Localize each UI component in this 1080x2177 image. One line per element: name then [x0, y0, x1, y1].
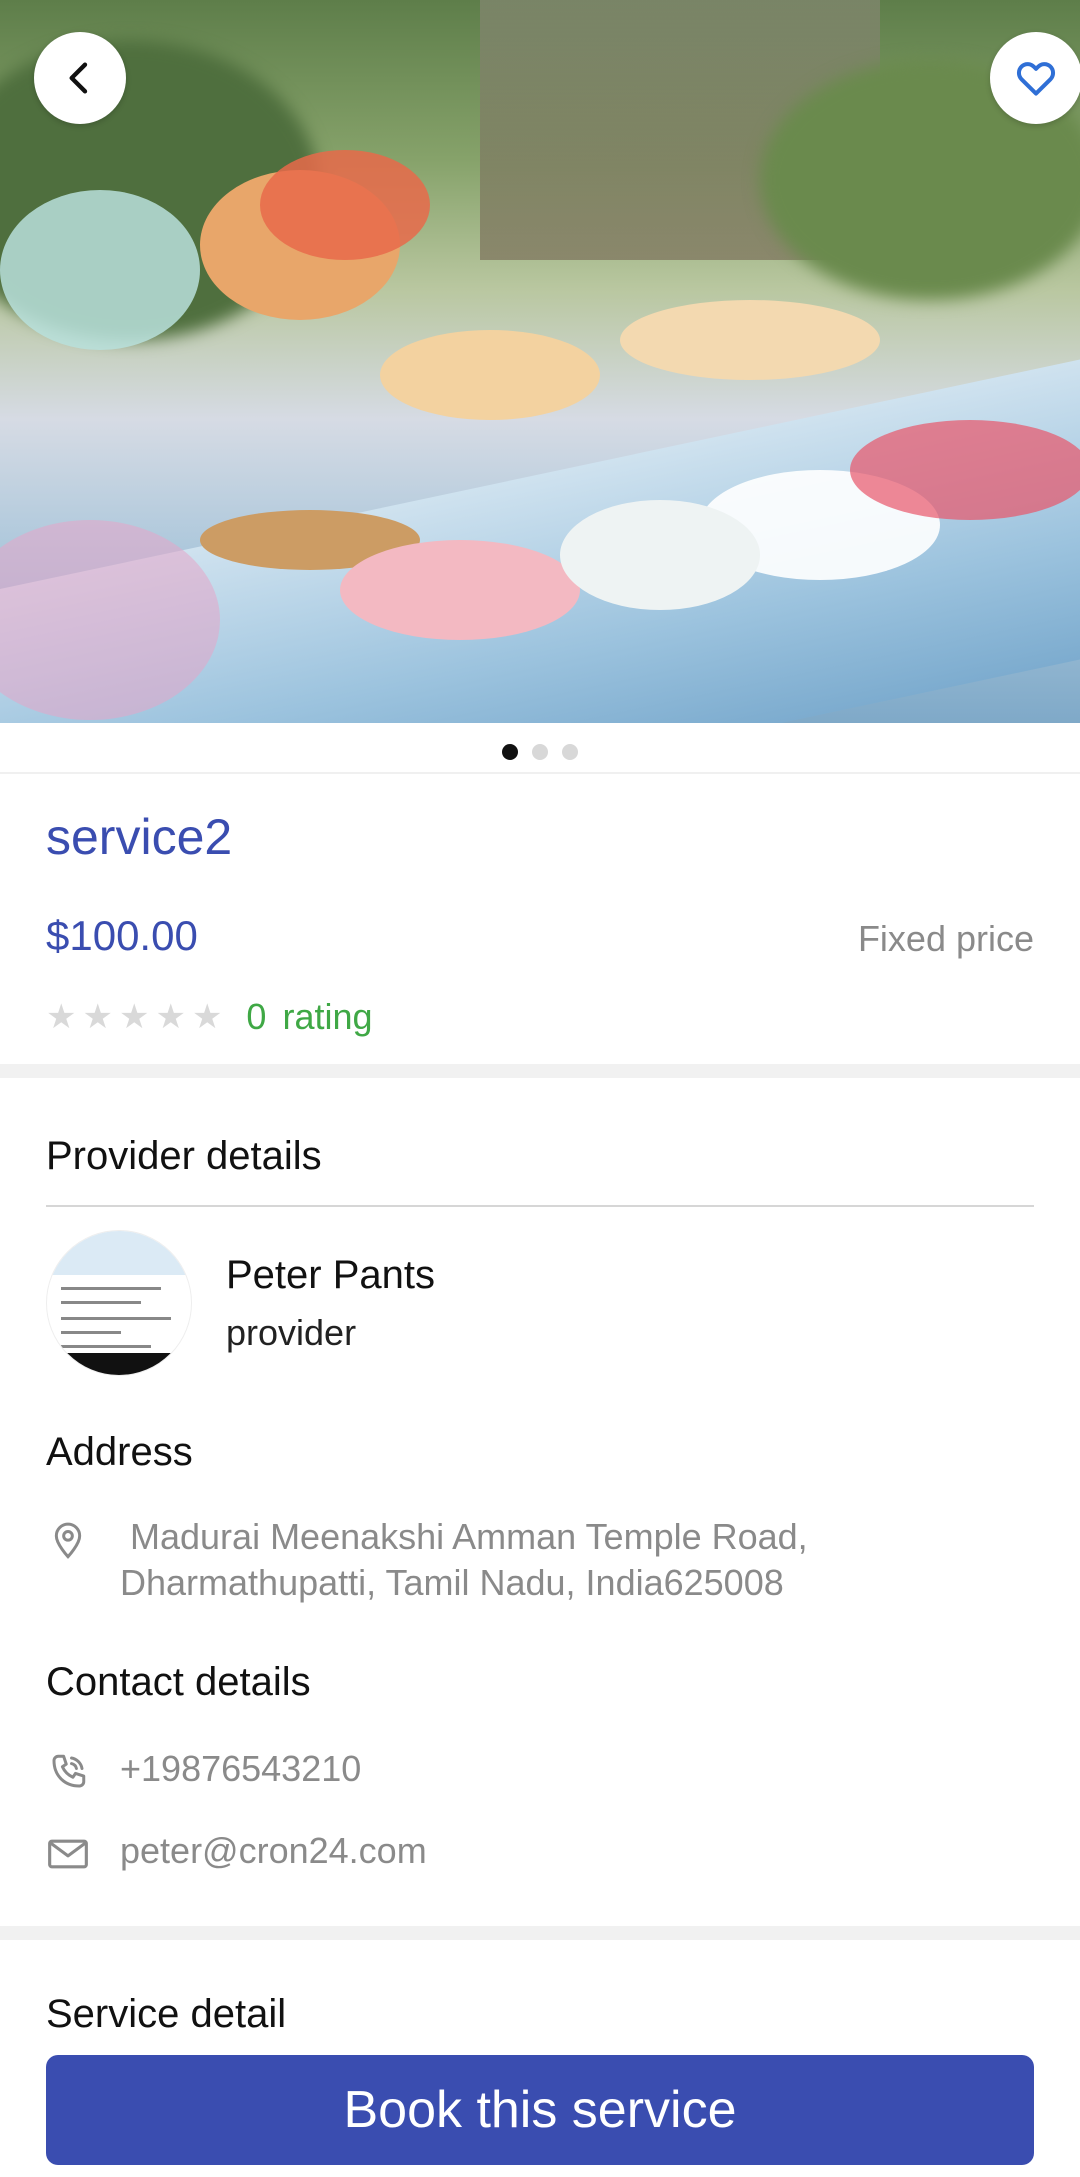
- phone-row[interactable]: +19876543210: [46, 1746, 361, 1794]
- pager-dot-3[interactable]: [562, 744, 578, 760]
- provider-details-heading: Provider details: [46, 1134, 322, 1178]
- section-divider: [0, 1926, 1080, 1940]
- book-service-button[interactable]: Book this service: [46, 2055, 1034, 2165]
- contact-details-heading: Contact details: [46, 1660, 311, 1704]
- section-divider: [0, 1064, 1080, 1078]
- service-title: service2: [46, 809, 233, 865]
- rating-row: ★ ★ ★ ★ ★ 0 rating: [46, 996, 373, 1038]
- star-icon: ★: [46, 998, 77, 1036]
- avatar: [46, 1230, 192, 1376]
- star-icon: ★: [82, 998, 113, 1036]
- service-detail-heading: Service detail: [46, 1992, 287, 2036]
- map-pin-icon: [46, 1518, 90, 1562]
- address-line-1: Madurai Meenakshi Amman Temple Road,: [120, 1516, 808, 1557]
- service-price: $100.00: [46, 912, 198, 959]
- image-pager: [0, 738, 1080, 766]
- mail-icon: [46, 1832, 90, 1876]
- phone-number[interactable]: +19876543210: [120, 1746, 361, 1792]
- pager-dot-1[interactable]: [502, 744, 518, 760]
- divider: [0, 772, 1080, 774]
- back-button[interactable]: [34, 32, 126, 124]
- provider-card[interactable]: Peter Pants provider: [46, 1230, 435, 1376]
- favorite-button[interactable]: [990, 32, 1080, 124]
- pager-dot-2[interactable]: [532, 744, 548, 760]
- provider-name: Peter Pants: [226, 1252, 436, 1297]
- phone-icon: [46, 1750, 90, 1794]
- provider-role: provider: [226, 1311, 357, 1353]
- rating-value: 0: [246, 996, 267, 1037]
- chevron-left-icon: [69, 62, 88, 94]
- rating-label: rating: [282, 996, 373, 1037]
- provider-divider: [46, 1205, 1034, 1207]
- address-row: Madurai Meenakshi Amman Temple Road, Dhar…: [46, 1514, 808, 1606]
- service-image: [0, 0, 1080, 723]
- price-type: Fixed price: [857, 918, 1034, 959]
- email-address[interactable]: peter@cron24.com: [120, 1828, 427, 1874]
- star-icon: ★: [191, 998, 223, 1036]
- star-icon: ★: [155, 998, 186, 1036]
- address-heading: Address: [46, 1430, 193, 1474]
- address-line-2: Dharmathupatti, Tamil Nadu, India625008: [120, 1562, 784, 1603]
- star-icon: ★: [118, 998, 150, 1036]
- email-row[interactable]: peter@cron24.com: [46, 1828, 427, 1876]
- heart-outline-icon: [1016, 62, 1056, 96]
- address-text: Madurai Meenakshi Amman Temple Road, Dhar…: [120, 1514, 808, 1606]
